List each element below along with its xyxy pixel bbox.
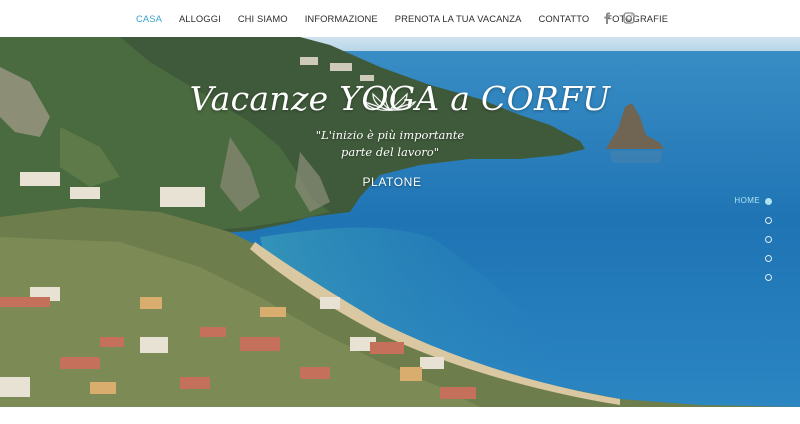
- instagram-icon[interactable]: [623, 11, 635, 24]
- top-navigation-bar: CASA ALLOGGI CHI SIAMO INFORMAZIONE PREN…: [0, 0, 800, 37]
- nav-casa[interactable]: CASA: [136, 13, 162, 24]
- slide-dot-4[interactable]: [765, 255, 772, 262]
- nav-alloggi[interactable]: ALLOGGI: [179, 13, 221, 24]
- slide-dot-2[interactable]: [765, 217, 772, 224]
- slide-label: HOME: [734, 196, 760, 205]
- nav-contatto[interactable]: CONTATTO: [538, 13, 589, 24]
- page-bottom-strip: [0, 407, 800, 424]
- quote-line-2: parte del lavoro": [341, 145, 439, 159]
- slide-dot-5[interactable]: [765, 274, 772, 281]
- social-links: [601, 11, 635, 24]
- slide-dot-3[interactable]: [765, 236, 772, 243]
- facebook-icon[interactable]: [601, 11, 613, 24]
- slider-navigation: HOME: [734, 196, 774, 291]
- nav-prenota[interactable]: PRENOTA LA TUA VACANZA: [395, 13, 522, 24]
- quote-author: PLATONE: [362, 175, 422, 189]
- hero-title: Vacanze YOGA a CORFU: [189, 79, 611, 118]
- quote-line-1: "L'inizio è più importante: [315, 128, 465, 142]
- nav-informazione[interactable]: INFORMAZIONE: [305, 13, 378, 24]
- hero-quote: "L'inizio è più importante parte del lav…: [300, 127, 480, 161]
- slide-dot-1[interactable]: [765, 198, 772, 205]
- nav-chi-siamo[interactable]: CHI SIAMO: [238, 13, 288, 24]
